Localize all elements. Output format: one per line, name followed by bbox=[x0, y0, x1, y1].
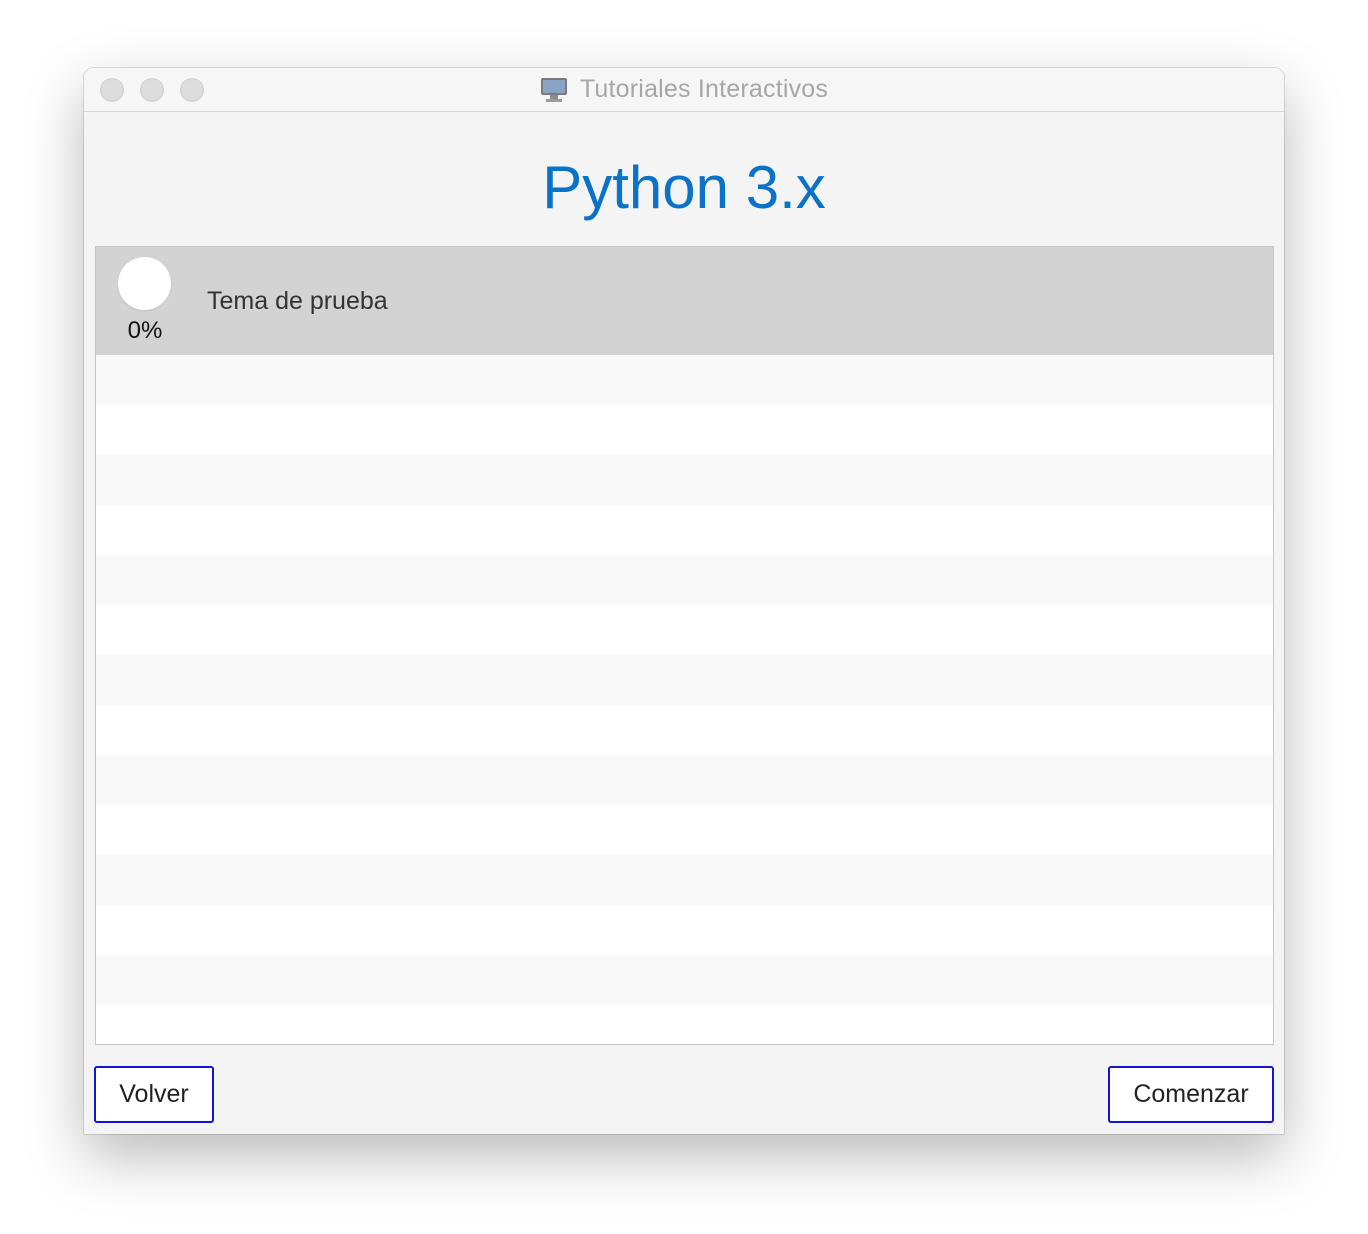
empty-row bbox=[96, 555, 1273, 605]
window-title: Tutoriales Interactivos bbox=[579, 75, 829, 103]
topic-row[interactable]: 0% Tema de prueba bbox=[96, 247, 1273, 355]
start-button[interactable]: Comenzar bbox=[1108, 1066, 1274, 1123]
topic-label: Tema de prueba bbox=[207, 287, 388, 315]
empty-row bbox=[96, 855, 1273, 905]
empty-row bbox=[96, 355, 1273, 405]
title-group: Tutoriales Interactivos bbox=[84, 68, 1284, 111]
empty-row bbox=[96, 955, 1273, 1005]
progress-percent: 0% bbox=[127, 317, 163, 344]
empty-row bbox=[96, 755, 1273, 805]
progress-circle bbox=[118, 257, 171, 310]
topic-list[interactable]: 0% Tema de prueba bbox=[95, 246, 1274, 1045]
title-bar[interactable]: Tutoriales Interactivos bbox=[84, 68, 1284, 112]
monitor-icon bbox=[540, 77, 570, 103]
app-window: Tutoriales Interactivos Python 3.x 0% Te… bbox=[84, 68, 1284, 1134]
empty-row bbox=[96, 655, 1273, 705]
back-button[interactable]: Volver bbox=[94, 1066, 214, 1123]
course-title: Python 3.x bbox=[542, 154, 826, 221]
empty-row bbox=[96, 455, 1273, 505]
